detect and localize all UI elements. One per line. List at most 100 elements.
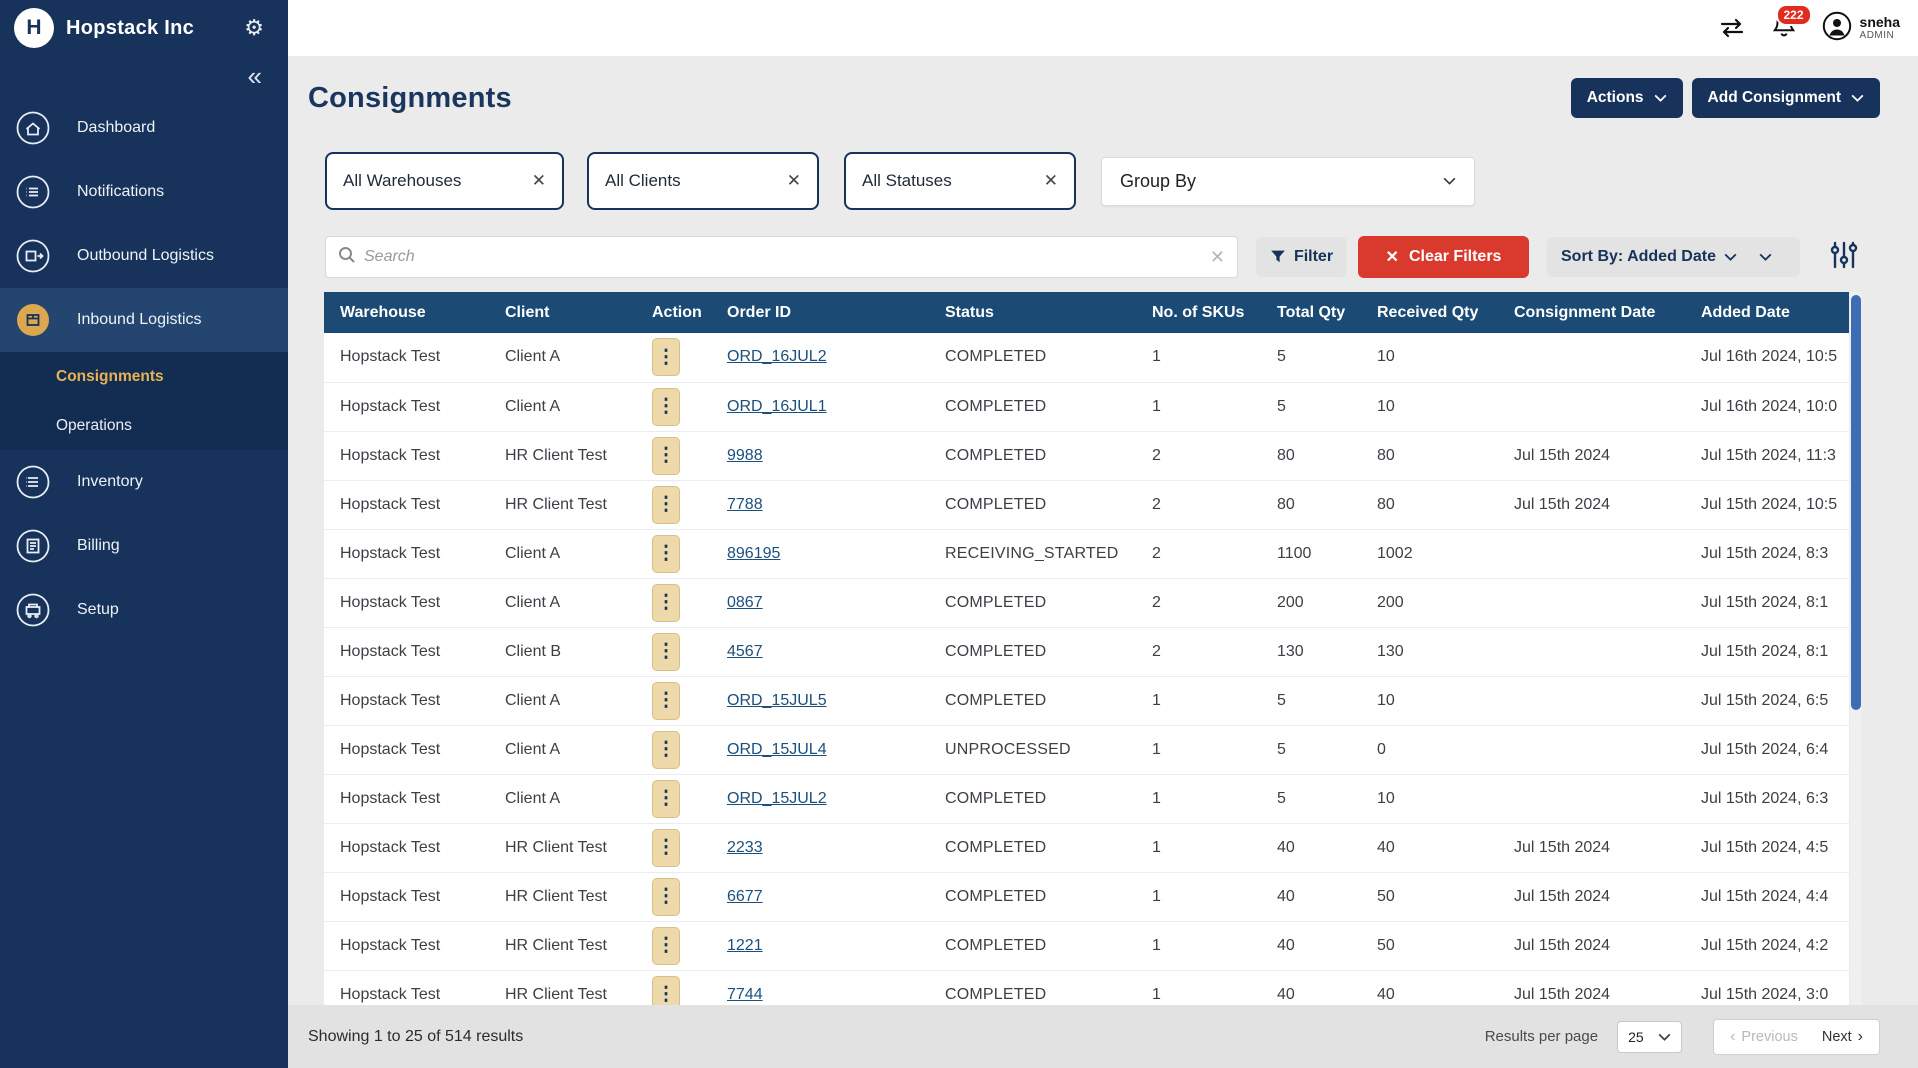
table-row[interactable]: Hopstack Test HR Client Test ⋮ 7788 COMP… bbox=[324, 480, 1849, 529]
row-actions-button[interactable]: ⋮ bbox=[652, 976, 680, 1007]
row-actions-button[interactable]: ⋮ bbox=[652, 780, 680, 818]
table-row[interactable]: Hopstack Test Client A ⋮ ORD_15JUL4 UNPR… bbox=[324, 725, 1849, 774]
cell-action: ⋮ bbox=[636, 627, 711, 676]
order-id-link[interactable]: ORD_16JUL2 bbox=[727, 348, 827, 365]
sidebar-item-dashboard[interactable]: Dashboard bbox=[0, 96, 288, 160]
table-row[interactable]: Hopstack Test Client A ⋮ 896195 RECEIVIN… bbox=[324, 529, 1849, 578]
search-input[interactable] bbox=[364, 248, 1210, 266]
row-actions-button[interactable]: ⋮ bbox=[652, 388, 680, 426]
row-actions-button[interactable]: ⋮ bbox=[652, 682, 680, 720]
row-actions-button[interactable]: ⋮ bbox=[652, 338, 680, 376]
cell-total-qty: 1100 bbox=[1261, 529, 1361, 578]
order-id-link[interactable]: 4567 bbox=[727, 643, 763, 660]
order-id-link[interactable]: ORD_15JUL4 bbox=[727, 741, 827, 758]
kebab-icon: ⋮ bbox=[657, 691, 676, 710]
sidebar-item-label: Outbound Logistics bbox=[77, 247, 214, 265]
previous-page-button[interactable]: ‹ Previous bbox=[1718, 1028, 1810, 1046]
clear-warehouse-filter-icon[interactable]: ✕ bbox=[532, 171, 546, 191]
table-row[interactable]: Hopstack Test HR Client Test ⋮ 6677 COMP… bbox=[324, 872, 1849, 921]
table-row[interactable]: Hopstack Test HR Client Test ⋮ 7744 COMP… bbox=[324, 970, 1849, 1006]
table-row[interactable]: Hopstack Test HR Client Test ⋮ 2233 COMP… bbox=[324, 823, 1849, 872]
col-received-qty[interactable]: Received Qty bbox=[1361, 292, 1498, 333]
col-client[interactable]: Client bbox=[489, 292, 636, 333]
sidebar-item-setup[interactable]: Setup bbox=[0, 578, 288, 642]
table-row[interactable]: Hopstack Test HR Client Test ⋮ 9988 COMP… bbox=[324, 431, 1849, 480]
sidebar-item-billing[interactable]: Billing bbox=[0, 514, 288, 578]
group-by-select[interactable]: Group By bbox=[1101, 157, 1475, 206]
cell-skus: 2 bbox=[1136, 529, 1261, 578]
col-added-date[interactable]: Added Date bbox=[1685, 292, 1849, 333]
order-id-link[interactable]: ORD_15JUL2 bbox=[727, 790, 827, 807]
row-actions-button[interactable]: ⋮ bbox=[652, 584, 680, 622]
table-row[interactable]: Hopstack Test Client A ⋮ ORD_16JUL2 COMP… bbox=[324, 333, 1849, 382]
sidebar-subitem-operations[interactable]: Operations bbox=[0, 401, 288, 450]
sidebar-item-outbound-logistics[interactable]: Outbound Logistics bbox=[0, 224, 288, 288]
table-scrollbar[interactable] bbox=[1850, 292, 1862, 1006]
add-consignment-button[interactable]: Add Consignment bbox=[1692, 78, 1880, 118]
sort-by-dropdown[interactable]: Sort By: Added Date bbox=[1547, 237, 1800, 277]
warehouse-filter[interactable]: All Warehouses ✕ bbox=[325, 152, 564, 210]
order-id-link[interactable]: 896195 bbox=[727, 545, 780, 562]
order-id-link[interactable]: 1221 bbox=[727, 937, 763, 954]
order-id-link[interactable]: ORD_15JUL5 bbox=[727, 692, 827, 709]
page-size-select[interactable]: 25 bbox=[1617, 1021, 1682, 1053]
cell-order-id: ORD_15JUL4 bbox=[711, 725, 929, 774]
notifications-bell[interactable]: 222 bbox=[1772, 13, 1796, 44]
col-warehouse[interactable]: Warehouse bbox=[324, 292, 489, 333]
cell-order-id: 7788 bbox=[711, 480, 929, 529]
sidebar-item-inventory[interactable]: Inventory bbox=[0, 450, 288, 514]
row-actions-button[interactable]: ⋮ bbox=[652, 437, 680, 475]
row-actions-button[interactable]: ⋮ bbox=[652, 633, 680, 671]
sidebar-item-label: Inbound Logistics bbox=[77, 311, 202, 329]
inbound-logistics-icon bbox=[15, 302, 51, 338]
status-filter[interactable]: All Statuses ✕ bbox=[844, 152, 1076, 210]
clear-client-filter-icon[interactable]: ✕ bbox=[787, 171, 801, 191]
order-id-link[interactable]: 7788 bbox=[727, 496, 763, 513]
order-id-link[interactable]: 0867 bbox=[727, 594, 763, 611]
transfer-arrows-icon[interactable] bbox=[1718, 17, 1746, 39]
sidebar-subitem-consignments[interactable]: Consignments bbox=[0, 352, 288, 401]
filter-button-label: Filter bbox=[1294, 248, 1333, 266]
table-row[interactable]: Hopstack Test Client A ⋮ ORD_15JUL5 COMP… bbox=[324, 676, 1849, 725]
next-page-button[interactable]: Next › bbox=[1810, 1028, 1875, 1046]
order-id-link[interactable]: 2233 bbox=[727, 839, 763, 856]
collapse-sidebar-icon[interactable]: « bbox=[248, 63, 262, 89]
cell-action: ⋮ bbox=[636, 333, 711, 382]
clear-filters-button[interactable]: ✕ Clear Filters bbox=[1358, 236, 1529, 278]
col-skus[interactable]: No. of SKUs bbox=[1136, 292, 1261, 333]
row-actions-button[interactable]: ⋮ bbox=[652, 878, 680, 916]
table-row[interactable]: Hopstack Test Client B ⋮ 4567 COMPLETED … bbox=[324, 627, 1849, 676]
sidebar-item-notifications[interactable]: Notifications bbox=[0, 160, 288, 224]
table-row[interactable]: Hopstack Test Client A ⋮ ORD_16JUL1 COMP… bbox=[324, 382, 1849, 431]
table-row[interactable]: Hopstack Test HR Client Test ⋮ 1221 COMP… bbox=[324, 921, 1849, 970]
cell-added-date: Jul 15th 2024, 3:0 bbox=[1685, 970, 1849, 1006]
clear-status-filter-icon[interactable]: ✕ bbox=[1044, 171, 1058, 191]
row-actions-button[interactable]: ⋮ bbox=[652, 535, 680, 573]
row-actions-button[interactable]: ⋮ bbox=[652, 829, 680, 867]
order-id-link[interactable]: 9988 bbox=[727, 447, 763, 464]
sidebar-item-inbound-logistics[interactable]: Inbound Logistics bbox=[0, 288, 288, 352]
row-actions-button[interactable]: ⋮ bbox=[652, 731, 680, 769]
order-id-link[interactable]: ORD_16JUL1 bbox=[727, 398, 827, 415]
cell-warehouse: Hopstack Test bbox=[324, 774, 489, 823]
cell-status: COMPLETED bbox=[929, 774, 1136, 823]
user-menu[interactable]: sneha ADMIN bbox=[1822, 11, 1900, 46]
col-order-id[interactable]: Order ID bbox=[711, 292, 929, 333]
col-status[interactable]: Status bbox=[929, 292, 1136, 333]
scrollbar-thumb[interactable] bbox=[1851, 295, 1861, 710]
column-settings-icon[interactable] bbox=[1829, 241, 1859, 274]
add-consignment-label: Add Consignment bbox=[1708, 89, 1841, 107]
actions-button[interactable]: Actions bbox=[1571, 78, 1683, 118]
search-clear-icon[interactable]: ✕ bbox=[1210, 247, 1225, 268]
filter-button[interactable]: Filter bbox=[1256, 237, 1347, 277]
col-total-qty[interactable]: Total Qty bbox=[1261, 292, 1361, 333]
row-actions-button[interactable]: ⋮ bbox=[652, 927, 680, 965]
gear-icon[interactable]: ⚙ bbox=[244, 15, 264, 41]
order-id-link[interactable]: 7744 bbox=[727, 986, 763, 1003]
row-actions-button[interactable]: ⋮ bbox=[652, 486, 680, 524]
client-filter[interactable]: All Clients ✕ bbox=[587, 152, 819, 210]
col-consignment-date[interactable]: Consignment Date bbox=[1498, 292, 1685, 333]
table-row[interactable]: Hopstack Test Client A ⋮ 0867 COMPLETED … bbox=[324, 578, 1849, 627]
order-id-link[interactable]: 6677 bbox=[727, 888, 763, 905]
table-row[interactable]: Hopstack Test Client A ⋮ ORD_15JUL2 COMP… bbox=[324, 774, 1849, 823]
